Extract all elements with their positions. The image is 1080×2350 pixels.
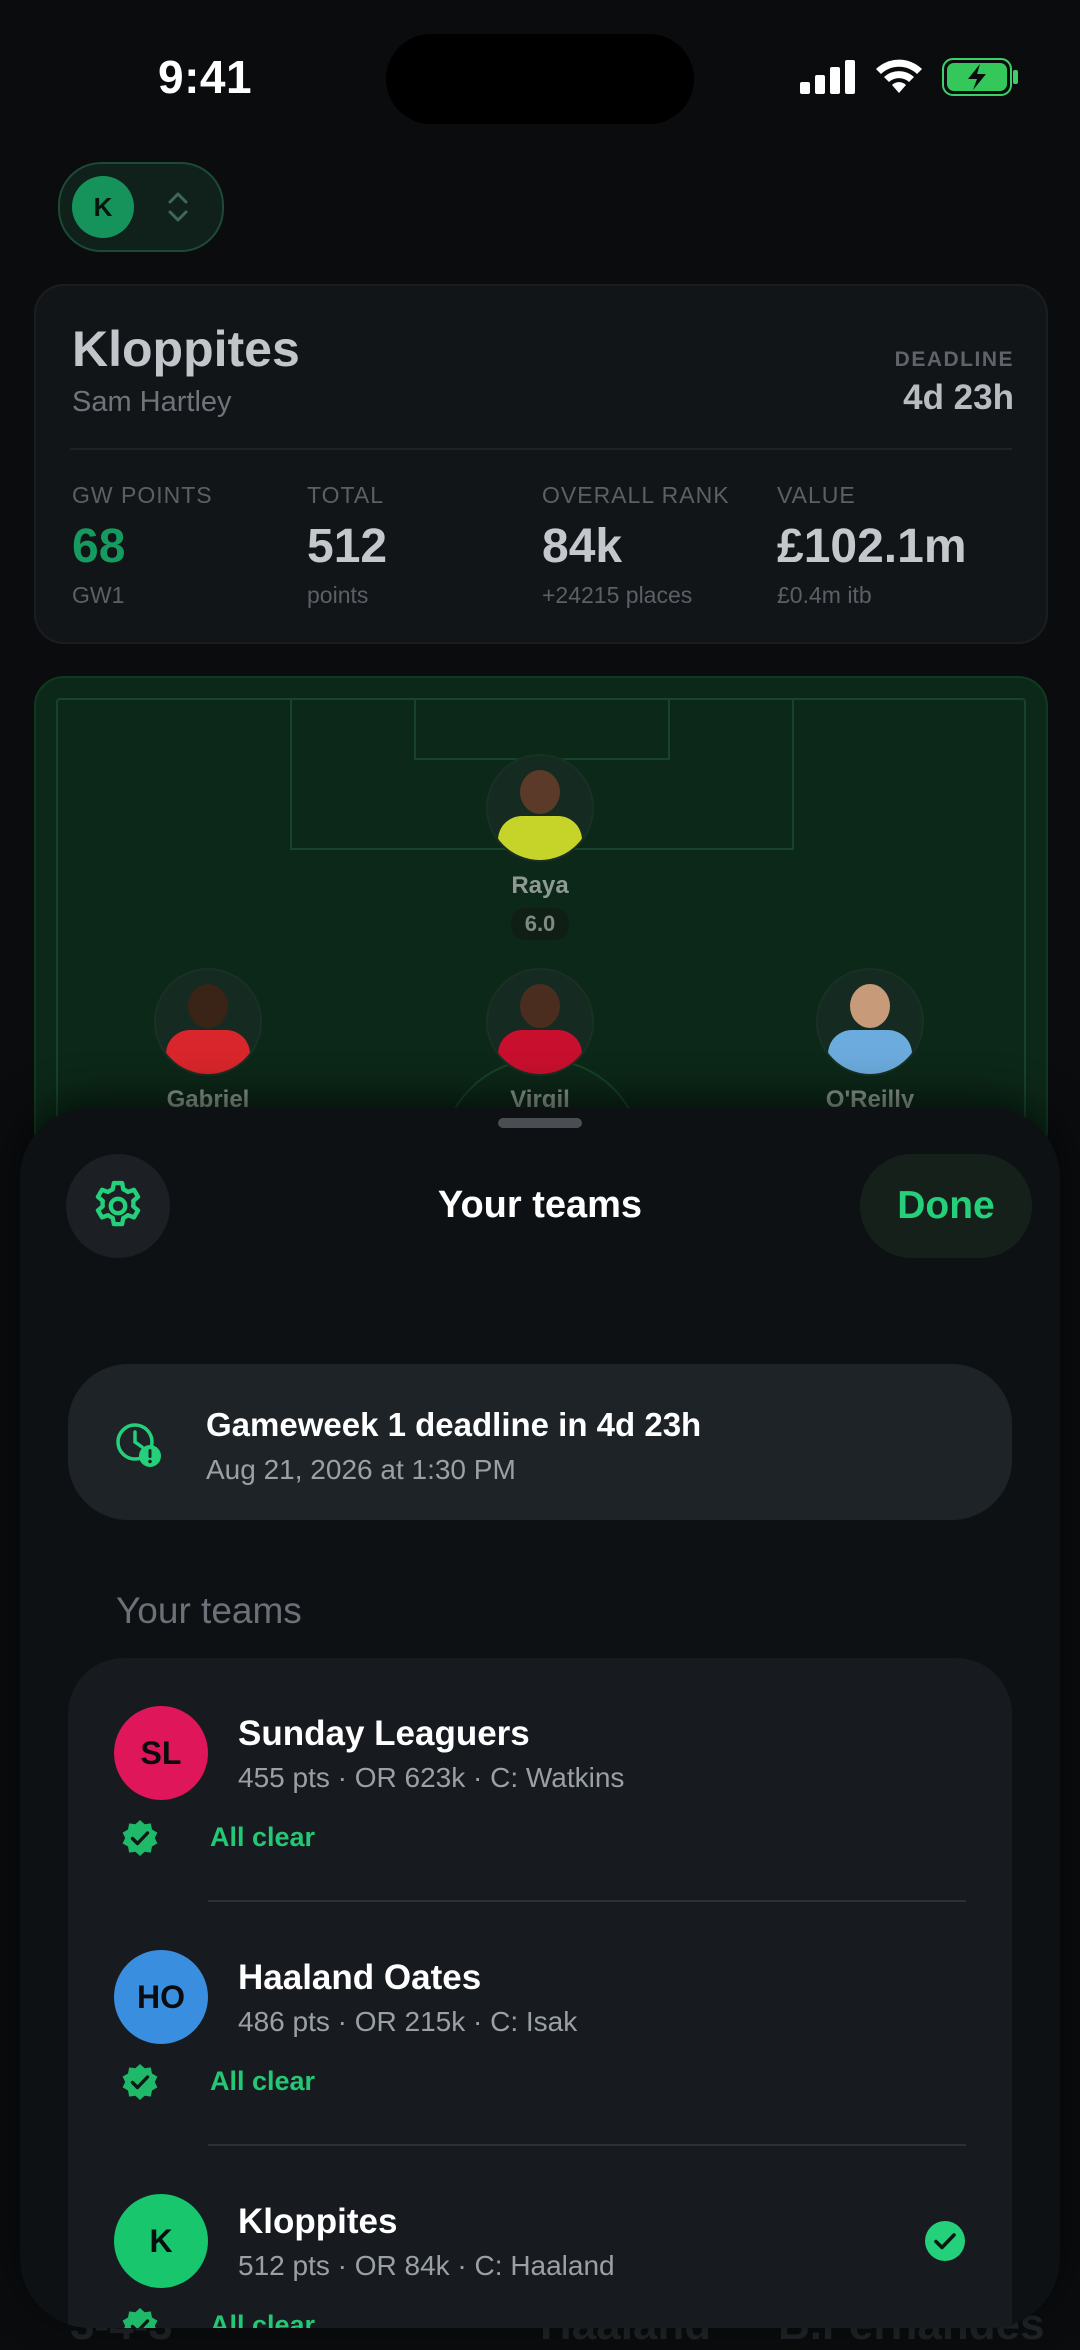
dynamic-island — [386, 34, 694, 124]
teams-sheet: Your teams Done Gameweek 1 deadline in 4… — [20, 1108, 1060, 2328]
stat-value: 84k — [542, 520, 623, 573]
stat-sub: GW1 — [72, 582, 125, 608]
pitch: Raya 6.0 Gabriel Virgil O'Reilly — [34, 676, 1048, 1160]
team-status: All clear — [210, 2066, 316, 2096]
team-meta: 455 pts · OR 623k · C: Watkins — [238, 1762, 625, 1793]
team-avatar: HO — [114, 1950, 208, 2044]
gk-shirt — [498, 816, 582, 860]
player-points: 6.0 — [510, 908, 570, 940]
player-photo — [486, 754, 594, 862]
verified-badge-icon — [122, 1820, 158, 1856]
deadline-title: Gameweek 1 deadline in 4d 23h — [206, 1406, 702, 1443]
stat-value-total: VALUE £102.1m £0.4m itb — [777, 482, 997, 609]
team-row-selected[interactable]: K Kloppites 512 pts · OR 84k · C: Haalan… — [68, 2146, 1012, 2328]
cellular-signal-icon — [800, 60, 855, 94]
wifi-icon — [876, 59, 922, 93]
team-avatar: K — [72, 176, 134, 238]
team-switcher[interactable]: K — [58, 162, 224, 252]
sheet-grabber[interactable] — [498, 1118, 582, 1128]
stat-value: 512 — [307, 520, 388, 573]
team-row[interactable]: HO Haaland Oates 486 pts · OR 215k · C: … — [68, 1902, 1012, 2146]
deadline-banner: Gameweek 1 deadline in 4d 23h Aug 21, 20… — [68, 1364, 1012, 1520]
team-name: Sunday Leaguers — [238, 1714, 530, 1753]
verified-badge-icon — [122, 2308, 158, 2328]
goal-box — [414, 698, 670, 760]
team-meta: 512 pts · OR 84k · C: Haaland — [238, 2250, 615, 2281]
team-status: All clear — [210, 1822, 316, 1852]
team-meta: 486 pts · OR 215k · C: Isak — [238, 2006, 578, 2037]
stat-sub: +24215 places — [542, 582, 693, 608]
stat-sub: points — [307, 582, 369, 608]
team-row[interactable]: SL Sunday Leaguers 455 pts · OR 623k · C… — [68, 1658, 1012, 1902]
verified-badge-icon — [122, 2064, 158, 2100]
stat-gw-points: GW POINTS 68 GW1 — [72, 482, 292, 609]
stat-value: £102.1m — [777, 520, 967, 573]
player-defender[interactable]: Virgil — [440, 968, 640, 1114]
section-header: Your teams — [116, 1590, 302, 1631]
battery-charging-icon — [942, 58, 1018, 96]
deadline-date: Aug 21, 2026 at 1:30 PM — [206, 1454, 516, 1485]
team-avatar: K — [114, 2194, 208, 2288]
chevron-up-down-icon — [168, 192, 188, 222]
done-button[interactable]: Done — [860, 1154, 1032, 1258]
status-time: 9:41 — [158, 51, 253, 103]
player-goalkeeper[interactable]: Raya 6.0 — [440, 754, 640, 940]
checkmark-circle-icon — [925, 2221, 965, 2261]
stat-overall-rank: OVERALL RANK 84k +24215 places — [542, 482, 762, 609]
status-icons — [800, 58, 1020, 96]
team-name: Haaland Oates — [238, 1958, 482, 1997]
team-name: Kloppites — [238, 2202, 398, 2241]
teams-list: SL Sunday Leaguers 455 pts · OR 623k · C… — [68, 1658, 1012, 2328]
stat-label: VALUE — [777, 482, 856, 508]
team-status: All clear — [210, 2310, 316, 2328]
clock-alert-icon — [116, 1423, 161, 1467]
team-name: Kloppites — [72, 321, 300, 377]
stat-label: TOTAL — [307, 482, 384, 508]
stat-label: OVERALL RANK — [542, 482, 730, 508]
deadline-value: 4d 23h — [903, 378, 1014, 417]
stat-value: 68 — [72, 520, 126, 573]
player-defender[interactable]: O'Reilly — [770, 968, 970, 1114]
stat-label: GW POINTS — [72, 482, 213, 508]
manager-name: Sam Hartley — [72, 386, 232, 418]
stat-total: TOTAL 512 points — [307, 482, 527, 609]
player-photo — [816, 968, 924, 1076]
stat-sub: £0.4m itb — [777, 582, 872, 608]
player-photo — [154, 968, 262, 1076]
team-summary-card: Kloppites Sam Hartley DEADLINE 4d 23h GW… — [34, 284, 1048, 644]
summary-divider — [70, 448, 1012, 450]
team-avatar: SL — [114, 1706, 208, 1800]
player-photo — [486, 968, 594, 1076]
player-defender[interactable]: Gabriel — [108, 968, 308, 1114]
deadline-label: DEADLINE — [894, 348, 1014, 371]
player-name: Raya — [511, 872, 569, 899]
